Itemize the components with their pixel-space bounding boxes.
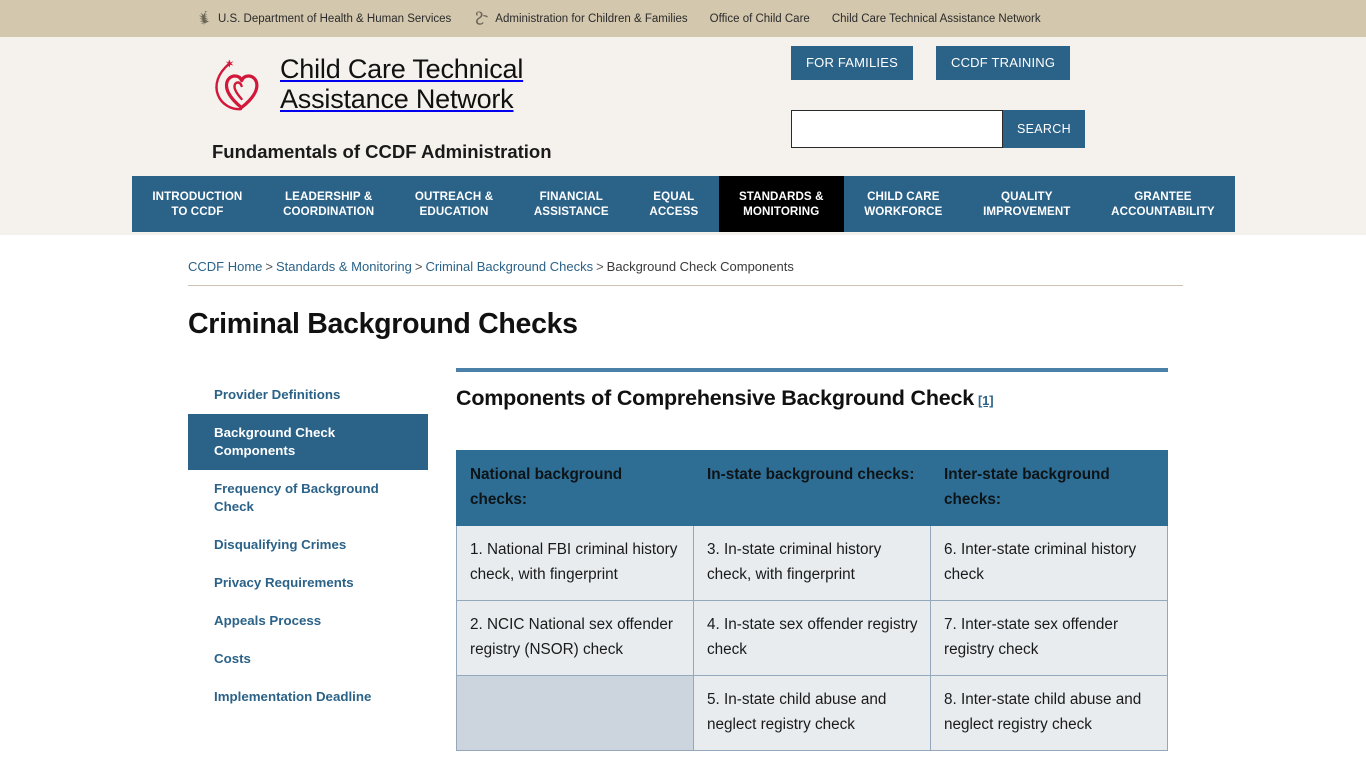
sidebar-item-background-check-components[interactable]: Background Check Components — [188, 414, 428, 470]
sidebar-item-implementation-deadline[interactable]: Implementation Deadline — [188, 678, 428, 716]
nav-label-line1: LEADERSHIP & — [284, 190, 373, 203]
gov-link-label: U.S. Department of Health & Human Servic… — [218, 12, 452, 25]
sidebar-item-appeals-process[interactable]: Appeals Process — [188, 602, 428, 640]
section-top-rule — [456, 368, 1168, 372]
nav-label-line1: CHILD CARE — [867, 190, 940, 203]
background-check-components-table: National background checks: In-state bac… — [456, 450, 1168, 751]
table-cell: 8. Inter-state child abuse and neglect r… — [930, 675, 1168, 751]
gov-link-acf[interactable]: Administration for Children & Families — [473, 10, 688, 28]
nav-label-line2: ACCOUNTABILITY — [1111, 205, 1215, 218]
table-body: 1. National FBI criminal history check, … — [456, 525, 1168, 751]
table-cell-empty — [456, 675, 694, 751]
nav-label-line1: EQUAL — [653, 190, 695, 203]
table-head: National background checks: In-state bac… — [456, 450, 1168, 526]
main-navigation: INTRODUCTION TO CCDF LEADERSHIP & COORDI… — [132, 176, 1235, 232]
nav-item-grantee-accountability[interactable]: GRANTEE ACCOUNTABILITY — [1091, 176, 1235, 232]
nav-item-child-care-workforce[interactable]: CHILD CARE WORKFORCE — [844, 176, 963, 232]
main-navigation-wrapper: INTRODUCTION TO CCDF LEADERSHIP & COORDI… — [0, 176, 1366, 235]
table-header-national: National background checks: — [456, 450, 694, 526]
main-column: Components of Comprehensive Background C… — [428, 368, 1366, 751]
footnote-reference-1[interactable]: [1] — [978, 393, 994, 408]
utility-buttons: FOR FAMILIES CCDF TRAINING — [791, 46, 1091, 80]
nav-label-line1: OUTREACH & — [414, 190, 494, 203]
nav-label-line2: MONITORING — [743, 205, 820, 218]
table-row: 5. In-state child abuse and neglect regi… — [456, 675, 1168, 751]
table-cell: 2. NCIC National sex offender registry (… — [456, 600, 694, 676]
nav-label-line2: EDUCATION — [419, 205, 489, 218]
nav-item-outreach-education[interactable]: OUTREACH & EDUCATION — [395, 176, 514, 232]
gov-link-ccdtan[interactable]: Child Care Technical Assistance Network — [832, 13, 1041, 25]
site-tagline: Fundamentals of CCDF Administration — [212, 141, 552, 162]
brand-name-line2: Assistance Network — [280, 84, 514, 114]
table-header-row: National background checks: In-state bac… — [456, 450, 1168, 526]
sidebar-item-disqualifying-crimes[interactable]: Disqualifying Crimes — [188, 526, 428, 564]
page-title: Criminal Background Checks — [188, 308, 578, 340]
table-cell: 3. In-state criminal history check, with… — [693, 525, 931, 601]
gov-link-label: Child Care Technical Assistance Network — [831, 12, 1041, 25]
breadcrumb-item-current: Background Check Components — [606, 259, 794, 274]
site-logo-link[interactable]: Child Care Technical Assistance Network — [208, 49, 523, 117]
table-cell: 4. In-state sex offender registry check — [693, 600, 931, 676]
utility-area: FOR FAMILIES CCDF TRAINING SEARCH — [791, 46, 1091, 148]
nav-label-line1: FINANCIAL — [539, 190, 603, 203]
breadcrumb-divider — [188, 285, 1183, 286]
table-row: 2. NCIC National sex offender registry (… — [456, 600, 1168, 676]
nav-item-quality-improvement[interactable]: QUALITY IMPROVEMENT — [963, 176, 1091, 232]
gov-link-label: Office of Child Care — [709, 12, 810, 25]
government-top-bar: U.S. Department of Health & Human Servic… — [0, 0, 1366, 37]
table-header-in-state: In-state background checks: — [693, 450, 931, 526]
breadcrumb-item-criminal-background-checks[interactable]: Criminal Background Checks — [425, 259, 593, 274]
search-button[interactable]: SEARCH — [1003, 110, 1085, 148]
gov-link-hhs[interactable]: U.S. Department of Health & Human Servic… — [196, 10, 451, 28]
section-sidebar: Provider Definitions Background Check Co… — [188, 368, 428, 751]
nav-label-line2: IMPROVEMENT — [983, 205, 1071, 218]
nav-label-line1: STANDARDS & — [738, 190, 824, 203]
breadcrumb-separator: > — [265, 259, 273, 274]
content-columns: Provider Definitions Background Check Co… — [188, 368, 1366, 751]
nav-label-line2: ASSISTANCE — [533, 205, 609, 218]
nav-label-line2: COORDINATION — [283, 205, 375, 218]
breadcrumb-item-standards-monitoring[interactable]: Standards & Monitoring — [276, 259, 412, 274]
sidebar-item-provider-definitions[interactable]: Provider Definitions — [188, 376, 428, 414]
page-content: CCDF Home > Standards & Monitoring > Crimina… — [0, 235, 1366, 751]
nav-label-line2: WORKFORCE — [864, 205, 943, 218]
table-cell: 7. Inter-state sex offender registry che… — [930, 600, 1168, 676]
breadcrumb-separator: > — [596, 259, 604, 274]
search-input[interactable] — [791, 110, 1003, 148]
breadcrumb-item-ccdf-home[interactable]: CCDF Home — [188, 259, 262, 274]
nav-label-line1: QUALITY — [1000, 190, 1053, 203]
breadcrumb-separator: > — [414, 259, 423, 274]
masthead: Child Care Technical Assistance Network … — [0, 37, 1366, 176]
section-title: Components of Comprehensive Background C… — [456, 386, 1366, 411]
gov-link-occ[interactable]: Office of Child Care — [710, 13, 810, 25]
nav-label-line1: GRANTEE — [1134, 190, 1192, 203]
table-header-inter-state: Inter-state background checks: — [930, 450, 1168, 526]
brand-name: Child Care Technical Assistance Network — [280, 49, 523, 114]
sidebar-item-costs[interactable]: Costs — [188, 640, 428, 678]
nav-label-line2: TO CCDF — [171, 205, 224, 218]
nav-item-standards-monitoring[interactable]: STANDARDS & MONITORING — [718, 176, 844, 232]
sidebar-item-privacy-requirements[interactable]: Privacy Requirements — [188, 564, 428, 602]
sidebar-item-frequency-of-background-check[interactable]: Frequency of Background Check — [188, 470, 428, 526]
nav-item-equal-access[interactable]: EQUAL ACCESS — [629, 176, 719, 232]
nav-item-financial-assistance[interactable]: FINANCIAL ASSISTANCE — [514, 176, 630, 232]
for-families-button[interactable]: FOR FAMILIES — [791, 46, 913, 80]
ccdf-training-button[interactable]: CCDF TRAINING — [935, 46, 1071, 80]
gov-link-label: Administration for Children & Families — [495, 12, 688, 25]
acf-logo-icon — [473, 10, 489, 28]
table-cell: 6. Inter-state criminal history check — [930, 525, 1168, 601]
nav-item-introduction-to-ccdf[interactable]: INTRODUCTION TO CCDF — [132, 176, 263, 232]
search-form: SEARCH — [791, 110, 1091, 148]
hhs-logo-icon — [196, 10, 212, 28]
table-row: 1. National FBI criminal history check, … — [456, 525, 1168, 601]
section-title-text: Components of Comprehensive Background C… — [456, 386, 975, 410]
nav-label-line2: ACCESS — [649, 205, 699, 218]
table-cell: 5. In-state child abuse and neglect regi… — [693, 675, 931, 751]
brand-name-line1: Child Care Technical — [280, 54, 524, 84]
heart-swirl-logo-icon — [208, 55, 270, 117]
nav-item-leadership-coordination[interactable]: LEADERSHIP & COORDINATION — [263, 176, 395, 232]
table-cell: 1. National FBI criminal history check, … — [456, 525, 694, 601]
breadcrumb: CCDF Home > Standards & Monitoring > Crimina… — [188, 235, 1366, 274]
nav-label-line1: INTRODUCTION — [152, 190, 243, 203]
